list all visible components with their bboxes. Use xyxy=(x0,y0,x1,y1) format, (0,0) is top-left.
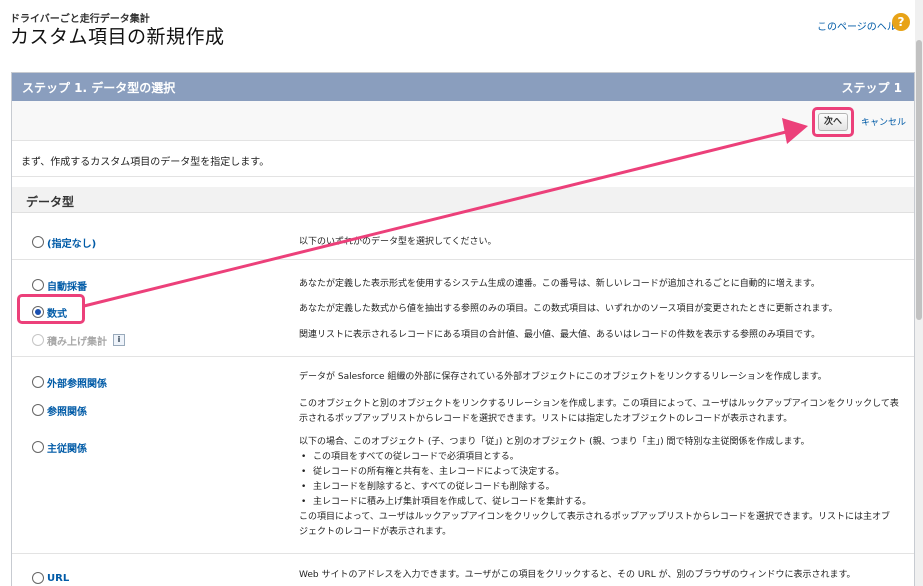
option-label[interactable]: URL xyxy=(47,573,69,584)
list-item: 従レコードの所有権と共有を、主レコードによって決定する。 xyxy=(299,465,899,480)
option-label[interactable]: 自動採番 xyxy=(47,278,87,293)
option-lookup[interactable]: 参照関係 xyxy=(32,402,87,418)
page-title: カスタム項目の新規作成 xyxy=(10,26,225,48)
option-desc: この項目によって、ユーザはルックアップアイコンをクリックして表示されるポップアッ… xyxy=(299,512,891,537)
section-header: データ型 xyxy=(12,187,914,213)
list-item: 主レコードを削除すると、すべての従レコードも削除する。 xyxy=(299,480,899,495)
option-none[interactable]: (指定なし) xyxy=(32,234,96,250)
option-label[interactable]: 外部参照関係 xyxy=(47,375,107,390)
step-number: ステップ 1 xyxy=(841,81,902,95)
divider xyxy=(12,259,914,260)
option-desc: 関連リストに表示されるレコードにある項目の合計値、最小値、最大値、あるいはレコー… xyxy=(299,330,821,340)
formula-option-highlight xyxy=(17,294,85,324)
step-panel: ステップ 1. データ型の選択 ステップ 1 次へ キャンセル まず、作成するカ… xyxy=(11,72,915,586)
option-desc-master-detail: 以下の場合、このオブジェクト (子、つまり「従」) と別のオブジェクト (親、つ… xyxy=(299,435,899,540)
intro-text: まず、作成するカスタム項目のデータ型を指定します。 xyxy=(21,157,270,168)
divider xyxy=(12,553,914,554)
option-auto-number[interactable]: 自動採番 xyxy=(32,277,87,293)
button-bar: 次へ キャンセル xyxy=(12,101,914,141)
option-url[interactable]: URL xyxy=(32,570,69,586)
option-label[interactable]: 参照関係 xyxy=(47,403,87,418)
list-item: この項目をすべての従レコードで必須項目とする。 xyxy=(299,450,899,465)
radio-auto-number[interactable] xyxy=(32,279,44,291)
scroll-thumb[interactable] xyxy=(916,40,922,320)
list-item: 主レコードに積み上げ集計項目を作成して、従レコードを集計する。 xyxy=(299,495,899,510)
radio-lookup[interactable] xyxy=(32,404,44,416)
step-header: ステップ 1. データ型の選択 ステップ 1 xyxy=(12,73,914,101)
divider xyxy=(12,356,914,357)
next-button-highlight xyxy=(812,107,854,137)
info-icon[interactable]: i xyxy=(113,334,125,346)
page-header: ドライバーごと走行データ集計 カスタム項目の新規作成 このページのヘルプ ? xyxy=(0,0,923,72)
radio-none[interactable] xyxy=(32,236,44,248)
option-master-detail[interactable]: 主従関係 xyxy=(32,439,87,455)
radio-rollup-summary xyxy=(32,334,44,346)
cancel-link[interactable]: キャンセル xyxy=(861,115,906,128)
option-rollup-summary: 積み上げ集計 i xyxy=(32,332,125,348)
step-title: ステップ 1. データ型の選択 xyxy=(22,81,176,95)
option-desc: 以下のいずれかのデータ型を選択してください。 xyxy=(299,237,497,247)
option-desc: 以下の場合、このオブジェクト (子、つまり「従」) と別のオブジェクト (親、つ… xyxy=(299,437,810,447)
option-label[interactable]: 主従関係 xyxy=(47,440,87,455)
option-label: 積み上げ集計 xyxy=(47,336,107,348)
option-label[interactable]: (指定なし) xyxy=(47,235,96,250)
option-desc: データが Salesforce 組織の外部に保存されている外部オブジェクトにこの… xyxy=(299,372,827,382)
option-desc: Web サイトのアドレスを入力できます。ユーザがこの項目をクリックすると、その … xyxy=(299,570,856,580)
intro-row: まず、作成するカスタム項目のデータ型を指定します。 xyxy=(12,141,914,177)
option-desc: あなたが定義した表示形式を使用するシステム生成の連番。この番号は、新しいレコード… xyxy=(299,279,820,289)
option-desc: あなたが定義した数式から値を抽出する参照のみの項目。この数式項目は、いずれかのソ… xyxy=(299,304,838,314)
option-external-lookup[interactable]: 外部参照関係 xyxy=(32,374,107,390)
option-desc: このオブジェクトと別のオブジェクトをリンクするリレーションを作成します。この項目… xyxy=(299,399,899,424)
radio-external-lookup[interactable] xyxy=(32,376,44,388)
bullet-list: この項目をすべての従レコードで必須項目とする。 従レコードの所有権と共有を、主レ… xyxy=(299,450,899,510)
section-title: データ型 xyxy=(26,195,75,209)
radio-master-detail[interactable] xyxy=(32,441,44,453)
radio-url[interactable] xyxy=(32,572,44,584)
data-type-section: データ型 (指定なし) 以下のいずれかのデータ型を選択してください。 自動採番 … xyxy=(12,177,914,586)
help-icon[interactable]: ? xyxy=(892,13,910,31)
